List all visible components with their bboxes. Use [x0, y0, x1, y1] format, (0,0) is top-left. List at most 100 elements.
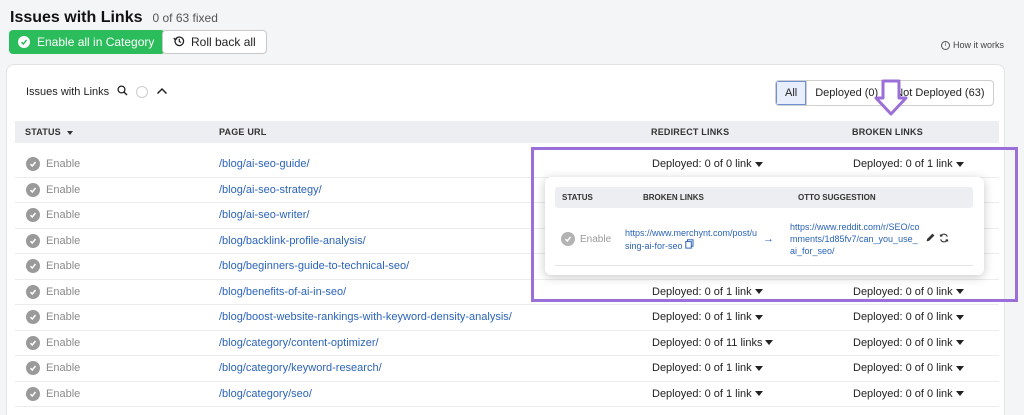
popup-col-broken: BROKEN LINKS	[643, 193, 704, 202]
fixed-count: 0 of 63 fixed	[152, 11, 218, 25]
down-arrow-icon	[874, 79, 908, 120]
how-it-works-link[interactable]: i How it works	[940, 40, 1004, 50]
page-url-link[interactable]: /blog/beginners-guide-to-technical-seo/	[219, 260, 409, 272]
row-enable-toggle[interactable]: Enable	[26, 335, 81, 350]
popup-enable-toggle[interactable]: Enable	[561, 232, 611, 246]
redirect-links-dropdown[interactable]: Deployed: 0 of 1 link	[652, 362, 763, 374]
column-broken-links: BROKEN LINKS	[852, 127, 923, 137]
table-row: Enable/blog/category/seo/Deployed: 0 of …	[15, 382, 999, 407]
caret-down-icon	[955, 391, 964, 397]
row-status: Enable	[46, 234, 81, 247]
check-circle-icon	[26, 284, 40, 299]
row-enable-toggle[interactable]: Enable	[26, 233, 81, 248]
row-enable-toggle[interactable]: Enable	[26, 361, 80, 375]
row-enable-toggle[interactable]: Enable	[26, 208, 80, 222]
page-url-link[interactable]: /blog/ai-seo-strategy/	[219, 184, 322, 196]
popup-col-status: STATUS	[562, 193, 593, 202]
filter-all[interactable]: All	[776, 81, 807, 105]
page-url-link[interactable]: /blog/category/keyword-research/	[219, 362, 382, 374]
table-row: Enable/blog/category/keyword-research/De…	[15, 356, 999, 382]
sort-caret-icon	[66, 130, 73, 135]
row-enable-toggle[interactable]: Enable	[26, 182, 81, 197]
loading-indicator	[136, 86, 149, 98]
row-status: Enable	[46, 362, 81, 374]
row-enable-toggle[interactable]: Enable	[26, 386, 81, 401]
row-status: Enable	[46, 387, 81, 400]
row-enable-toggle[interactable]: Enable	[26, 259, 80, 273]
popup-col-suggestion: OTTO SUGGESTION	[798, 193, 876, 202]
column-page-url: PAGE URL	[219, 127, 267, 137]
redirect-links-dropdown[interactable]: Deployed: 0 of 11 links	[652, 337, 774, 349]
row-enable-toggle[interactable]: Enable	[26, 310, 80, 324]
page-url-link[interactable]: /blog/category/content-optimizer/	[219, 337, 379, 349]
info-icon: i	[940, 40, 950, 50]
caret-down-icon	[754, 365, 763, 371]
enable-all-in-category-button[interactable]: Enable all in Category	[9, 30, 166, 54]
check-circle-icon	[26, 386, 40, 401]
check-circle-icon	[26, 208, 40, 222]
page-url-link[interactable]: /blog/ai-seo-guide/	[219, 158, 310, 170]
card-header: Issues with Links	[26, 85, 168, 99]
caret-down-icon	[765, 340, 774, 346]
copy-icon[interactable]	[685, 239, 694, 251]
check-circle-icon	[26, 335, 40, 350]
row-status: Enable	[46, 311, 81, 323]
popup-tools	[926, 233, 949, 246]
history-icon	[173, 35, 185, 50]
table-header: STATUS PAGE URL REDIRECT LINKS BROKEN LI…	[15, 121, 999, 143]
divider	[555, 265, 973, 266]
broken-links-dropdown[interactable]: Deployed: 0 of 0 link	[853, 362, 964, 374]
check-circle-icon	[26, 310, 40, 324]
column-status[interactable]: STATUS	[25, 127, 73, 137]
refresh-icon[interactable]	[939, 233, 949, 246]
row-status: Enable	[46, 209, 81, 221]
row-enable-toggle[interactable]: Enable	[26, 157, 80, 171]
caret-down-icon	[955, 314, 964, 320]
row-status: Enable	[46, 158, 81, 170]
arrow-right-icon: →	[763, 233, 774, 245]
table-row: Enable/blog/category/content-optimizer/D…	[15, 331, 999, 356]
row-status: Enable	[46, 260, 81, 272]
page-url-link[interactable]: /blog/backlink-profile-analysis/	[219, 235, 366, 247]
check-circle-icon	[26, 157, 40, 171]
row-enable-toggle[interactable]: Enable	[26, 284, 81, 299]
enable-all-label: Enable all in Category	[37, 35, 155, 49]
check-circle-icon	[26, 259, 40, 273]
page-url-link[interactable]: /blog/ai-seo-writer/	[219, 209, 309, 221]
chevron-up-icon[interactable]	[156, 86, 168, 98]
check-circle-icon	[26, 233, 40, 248]
redirect-links-dropdown[interactable]: Deployed: 0 of 1 link	[652, 388, 763, 400]
roll-back-label: Roll back all	[191, 35, 256, 49]
caret-down-icon	[754, 391, 763, 397]
broken-links-dropdown[interactable]: Deployed: 0 of 0 link	[853, 311, 964, 323]
check-circle-icon	[561, 232, 575, 246]
redirect-links-dropdown[interactable]: Deployed: 0 of 1 link	[652, 311, 763, 323]
check-circle-icon	[18, 36, 30, 48]
page-url-link[interactable]: /blog/boost-website-rankings-with-keywor…	[219, 311, 512, 323]
page-title: Issues with Links	[10, 9, 143, 26]
table-row: Enable/blog/boost-website-rankings-with-…	[15, 305, 999, 331]
check-circle-icon	[26, 361, 40, 375]
broken-links-dropdown[interactable]: Deployed: 0 of 0 link	[853, 388, 964, 400]
caret-down-icon	[754, 314, 763, 320]
search-icon[interactable]	[117, 85, 128, 99]
caret-down-icon	[955, 340, 964, 346]
broken-links-popup: STATUS BROKEN LINKS OTTO SUGGESTION Enab…	[545, 177, 984, 275]
popup-status: Enable	[580, 233, 612, 245]
broken-links-dropdown[interactable]: Deployed: 0 of 0 link	[853, 337, 964, 349]
roll-back-all-button[interactable]: Roll back all	[162, 30, 267, 54]
column-redirect-links: REDIRECT LINKS	[651, 127, 730, 137]
edit-icon[interactable]	[926, 233, 935, 246]
row-status: Enable	[46, 285, 81, 298]
how-it-works-label: How it works	[952, 40, 1004, 50]
otto-suggestion-url[interactable]: https://www.reddit.com/r/SEO/comments/1d…	[790, 221, 920, 257]
page-header: Issues with Links 0 of 63 fixed	[10, 9, 218, 27]
broken-link-url[interactable]: https://www.merchynt.com/post/using-ai-f…	[625, 227, 760, 252]
check-circle-icon	[26, 182, 40, 197]
row-status: Enable	[46, 336, 81, 349]
caret-down-icon	[955, 365, 964, 371]
row-status: Enable	[46, 183, 81, 196]
popup-header: STATUS BROKEN LINKS OTTO SUGGESTION	[555, 187, 973, 208]
page-url-link[interactable]: /blog/category/seo/	[219, 388, 312, 400]
page-url-link[interactable]: /blog/benefits-of-ai-in-seo/	[219, 286, 346, 298]
